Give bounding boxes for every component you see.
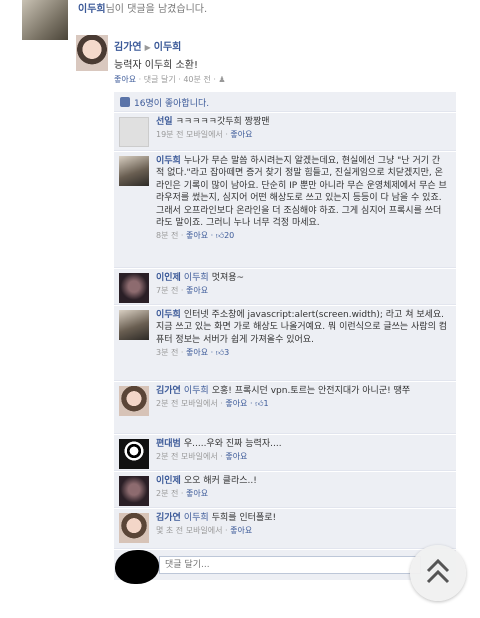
comment-meta: 2분 전 모바일에서 · 좋아요	[156, 451, 448, 463]
comment-text: 멋져용~	[211, 273, 245, 283]
comment-avatar[interactable]	[119, 439, 149, 469]
comment-meta: 3분 전 · 좋아요 · 👍︎3	[156, 347, 448, 359]
comment-like-count[interactable]: · 👍︎1	[247, 399, 269, 409]
comment-like-link[interactable]: 좋아요	[186, 286, 208, 295]
notification-name[interactable]: 이두희	[78, 4, 106, 15]
comment-tag[interactable]: 이두희	[184, 273, 209, 283]
comment-like-link[interactable]: 좋아요	[230, 130, 252, 139]
comment-item: 이두희 인터넷 주소창에 javascript:alert(screen.widt…	[114, 306, 456, 381]
comment-avatar[interactable]	[119, 386, 149, 416]
comment-item: 김가연 이두희 오홍! 프록시던 vpn.토르는 안전지대가 아니군! 땡쭈 2분 …	[114, 382, 456, 434]
scroll-top-button[interactable]	[410, 545, 466, 601]
comment-meta: 19분 전 모바일에서 · 좋아요	[156, 129, 448, 141]
comment-like-number: 3	[224, 348, 230, 358]
comment-author[interactable]: 편대범	[156, 439, 181, 449]
comment-item: 이인제 이두희 멋져용~ 7분 전 · 좋아요	[114, 269, 456, 305]
comment-tag[interactable]: 이두희	[184, 513, 209, 523]
comment-meta: 7분 전 · 좋아요	[156, 285, 448, 297]
comment-avatar[interactable]	[119, 273, 149, 303]
comment-like-link[interactable]: 좋아요	[225, 452, 247, 461]
post-author[interactable]: 김가연	[114, 42, 142, 53]
comment-time: 2분 전 ·	[156, 489, 186, 499]
comment-like-count[interactable]: · 👍︎3	[208, 348, 230, 358]
comment-author[interactable]: 김가연	[156, 513, 181, 523]
comment-item: 김가연 이두희 두희를 인터폴로! 몇 초 전 모바일에서 · 좋아요	[114, 509, 456, 549]
comment-like-link[interactable]: 좋아요	[186, 231, 208, 240]
post-header: 김가연 ▶ 이두희	[114, 38, 181, 53]
comment-avatar[interactable]	[119, 117, 149, 147]
comment-author[interactable]: 선일	[156, 117, 173, 127]
comment-author[interactable]: 이두희	[156, 156, 181, 166]
comment-item: 선일 ㅋㅋㅋㅋㅋ갓두희 짱짱맨 19분 전 모바일에서 · 좋아요	[114, 113, 456, 151]
comment-meta: 2분 전 모바일에서 · 좋아요 · 👍︎1	[156, 398, 448, 410]
comment-meta: 8분 전 · 좋아요 · 👍︎20	[156, 230, 448, 242]
comment-like-count[interactable]: · 👍︎20	[208, 231, 235, 241]
comment-time: 2분 전 모바일에서 ·	[156, 399, 226, 409]
comment-time: 몇 초 전 모바일에서 ·	[156, 526, 231, 536]
notification-text: 이두희님이 댓글을 남겼습니다.	[78, 0, 207, 15]
comment-text: 인터넷 주소창에 javascript:alert(screen.width);…	[156, 310, 448, 345]
comment-text: 누나가 무슨 말씀 하시려는지 알겠는데요, 현실에선 그냥 "난 거기 간적 …	[156, 156, 447, 229]
thumbs-up-icon	[120, 97, 130, 107]
comment-like-link[interactable]: 좋아요	[225, 399, 247, 408]
comment-author[interactable]: 이두희	[156, 310, 181, 320]
comment-like-number: 20	[224, 231, 235, 241]
post-meta-rest: · 댓글 달기 · 40분 전 ·	[136, 75, 219, 84]
post-meta: 좋아요 · 댓글 달기 · 40분 전 · ♟	[114, 74, 226, 85]
comment-author[interactable]: 이인제	[156, 476, 181, 486]
comment-like-link[interactable]: 좋아요	[186, 348, 208, 357]
comment-time: 8분 전 ·	[156, 231, 186, 241]
comment-text: ㅋㅋㅋㅋㅋ갓두희 짱짱맨	[175, 117, 270, 127]
likes-count-text[interactable]: 16명이 좋아합니다.	[134, 99, 209, 109]
comment-item: 이두희 누나가 무슨 말씀 하시려는지 알겠는데요, 현실에선 그냥 "난 거기 …	[114, 152, 456, 268]
thumbs-up-icon: 👍︎	[215, 231, 225, 241]
comment-text: 두희를 인터폴로!	[211, 513, 277, 523]
people-icon: ♟	[218, 75, 226, 84]
post-arrow: ▶	[144, 43, 151, 52]
comment-time: 3분 전 ·	[156, 348, 186, 358]
comment-author[interactable]: 김가연	[156, 386, 181, 396]
comment-time: 2분 전 모바일에서 ·	[156, 452, 226, 462]
comment-item: 편대범 우.....우와 진짜 능력자.... 2분 전 모바일에서 · 좋아요	[114, 435, 456, 471]
comment-tag[interactable]: 이두희	[184, 386, 209, 396]
comment-avatar[interactable]	[119, 513, 149, 543]
comment-like-number: 1	[263, 399, 269, 409]
notification-message: 님이 댓글을 남겼습니다.	[105, 4, 208, 15]
comment-time: 19분 전 모바일에서 ·	[156, 130, 231, 140]
comment-time: 7분 전 ·	[156, 286, 186, 296]
comment-meta: 2분 전 · 좋아요	[156, 488, 448, 500]
likes-bar[interactable]: 16명이 좋아합니다.	[114, 92, 456, 112]
comment-avatar[interactable]	[119, 310, 149, 340]
double-chevron-up-icon	[426, 558, 450, 584]
comment-like-link[interactable]: 좋아요	[230, 526, 252, 535]
post-text: 능력자 이두희 소환!	[114, 60, 198, 71]
comment-meta: 몇 초 전 모바일에서 · 좋아요	[156, 525, 448, 537]
comment-like-link[interactable]: 좋아요	[186, 489, 208, 498]
comment-avatar[interactable]	[119, 476, 149, 506]
comment-text: 오홍! 프록시던 vpn.토르는 안전지대가 아니군! 땡쭈	[211, 386, 411, 396]
comment-author[interactable]: 이인제	[156, 273, 181, 283]
post-target[interactable]: 이두희	[154, 42, 182, 53]
redacted-avatar	[115, 550, 159, 584]
notification-avatar	[22, 0, 68, 40]
comment-input[interactable]	[159, 556, 421, 574]
comment-text: 우.....우와 진짜 능력자....	[183, 439, 282, 449]
comment-avatar[interactable]	[119, 156, 149, 186]
comment-item: 이인제 오오 해커 클라스..! 2분 전 · 좋아요	[114, 472, 456, 508]
post-author-avatar[interactable]	[76, 35, 108, 71]
thumbs-up-icon: 👍︎	[215, 348, 225, 358]
post-like-link[interactable]: 좋아요	[114, 75, 136, 84]
comment-text: 오오 해커 클라스..!	[183, 476, 257, 486]
